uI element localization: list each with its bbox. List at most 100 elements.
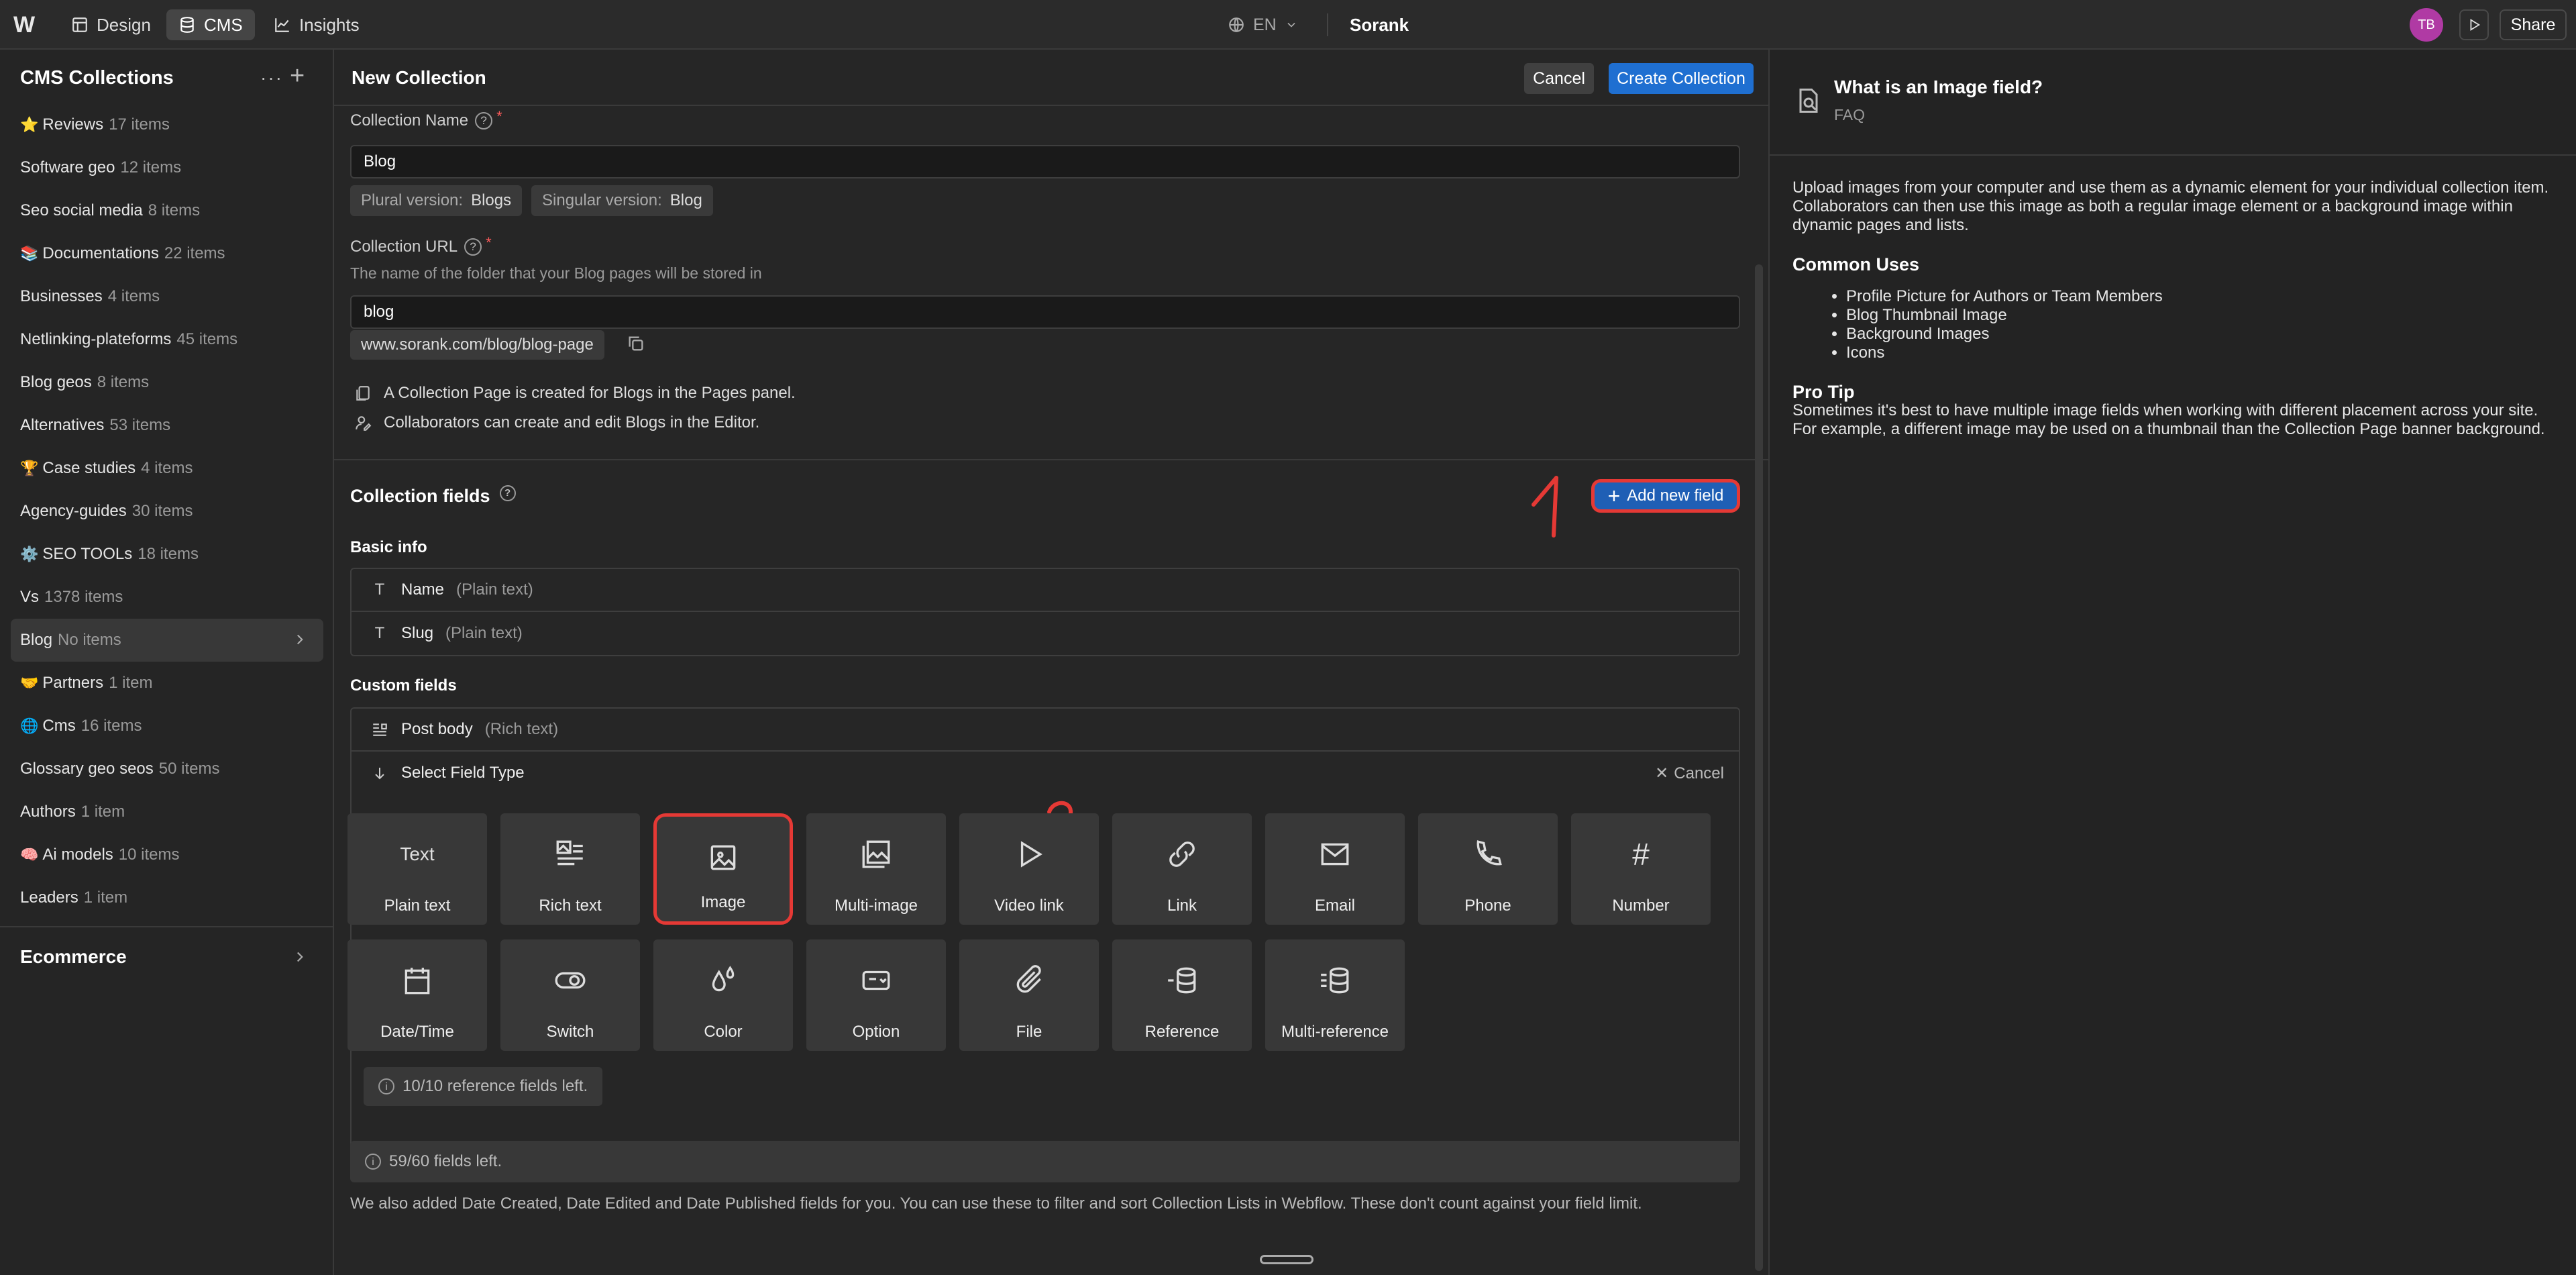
- field-row-slug[interactable]: T Slug (Plain text): [352, 612, 1739, 655]
- sidebar-item-documentations[interactable]: 📚 Documentations 22 items: [11, 232, 323, 275]
- sidebar-item-reviews[interactable]: ⭐ Reviews 17 items: [11, 103, 323, 146]
- add-collection-icon[interactable]: +: [290, 62, 305, 91]
- collection-name: Glossary geo seos: [20, 760, 154, 778]
- sidebar-item-vs[interactable]: Vs 1378 items: [11, 576, 323, 619]
- field-type-file[interactable]: File: [959, 939, 1099, 1051]
- field-type-label: Color: [704, 1023, 743, 1041]
- field-type-email[interactable]: Email: [1265, 813, 1405, 925]
- add-new-field-button[interactable]: + Add new field: [1591, 479, 1740, 513]
- field-type-reference[interactable]: Reference: [1112, 939, 1252, 1051]
- cms-sidebar: CMS Collections ··· + ⭐ Reviews 17 items So…: [0, 50, 334, 1275]
- field-type-link[interactable]: Link: [1112, 813, 1252, 925]
- collection-count: 17 items: [109, 115, 170, 134]
- sidebar-item-netlinking-plateforms[interactable]: Netlinking-plateforms 45 items: [11, 318, 323, 361]
- collection-count: 1 item: [83, 888, 128, 907]
- sidebar-item-leaders[interactable]: Leaders 1 item: [11, 876, 323, 919]
- field-row-name[interactable]: T Name (Plain text): [352, 569, 1739, 612]
- language-selector[interactable]: EN: [1228, 9, 1298, 40]
- fields-left-banner: i 59/60 fields left.: [350, 1141, 1740, 1182]
- sidebar-item-software-geo[interactable]: Software geo 12 items: [11, 146, 323, 189]
- collection-name-input[interactable]: Blog: [350, 145, 1740, 178]
- sidebar-item-seo-tools[interactable]: ⚙️ SEO TOOLs 18 items: [11, 533, 323, 576]
- collection-name: Blog geos: [20, 373, 92, 391]
- reference-icon: [1164, 962, 1200, 999]
- collection-name-label-row: Collection Name ? *: [350, 108, 502, 130]
- tab-insights-label: Insights: [299, 14, 360, 35]
- sidebar-item-seo-social-media[interactable]: Seo social media 8 items: [11, 189, 323, 232]
- tab-design-label: Design: [97, 14, 151, 35]
- help-icon[interactable]: ?: [475, 112, 493, 130]
- collection-name: SEO TOOLs: [42, 545, 133, 563]
- field-type-image[interactable]: Image: [653, 813, 793, 925]
- scrollbar[interactable]: [1755, 264, 1763, 1271]
- collection-count: 4 items: [141, 459, 193, 477]
- help-panel: What is an Image field? FAQ Upload image…: [1768, 50, 2576, 1275]
- webflow-logo[interactable]: W: [13, 13, 42, 36]
- field-type-multi-image[interactable]: Multi-image: [806, 813, 946, 925]
- field-type-plain-text[interactable]: Text Plain text: [347, 813, 487, 925]
- field-type-option[interactable]: Option: [806, 939, 946, 1051]
- field-type-number[interactable]: # Number: [1571, 813, 1711, 925]
- collection-emoji: ⭐: [20, 116, 39, 133]
- create-collection-button[interactable]: Create Collection: [1609, 63, 1754, 94]
- collection-name: Businesses: [20, 287, 103, 305]
- collection-count: 30 items: [131, 502, 193, 520]
- reference-fields-left: i 10/10 reference fields left.: [364, 1067, 603, 1106]
- hash-icon: #: [1632, 837, 1650, 872]
- collection-name: Ai models: [42, 846, 113, 864]
- tab-design[interactable]: Design: [59, 9, 163, 40]
- more-options-icon[interactable]: ···: [260, 67, 283, 89]
- multi-image-icon: [858, 836, 894, 872]
- collection-emoji: 🤝: [20, 674, 39, 691]
- field-row-post-body[interactable]: Post body (Rich text): [352, 709, 1739, 752]
- field-type: (Plain text): [456, 580, 533, 599]
- help-icon[interactable]: ?: [464, 238, 482, 256]
- collection-url-input[interactable]: blog: [350, 295, 1740, 329]
- collection-name: Cms: [42, 717, 76, 735]
- sidebar-item-cms[interactable]: 🌐 Cms 16 items: [11, 705, 323, 748]
- sidebar-item-alternatives[interactable]: Alternatives 53 items: [11, 404, 323, 447]
- share-button[interactable]: Share: [2500, 9, 2567, 40]
- tab-cms[interactable]: CMS: [166, 9, 255, 40]
- collection-name: Netlinking-plateforms: [20, 330, 172, 348]
- field-type-multi-reference[interactable]: Multi-reference: [1265, 939, 1405, 1051]
- preview-button[interactable]: [2459, 9, 2489, 40]
- tab-insights[interactable]: Insights: [262, 9, 372, 40]
- site-name[interactable]: Sorank: [1350, 9, 1409, 40]
- sidebar-item-case-studies[interactable]: 🏆 Case studies 4 items: [11, 447, 323, 490]
- cancel-button[interactable]: Cancel: [1524, 63, 1594, 94]
- ecommerce-section[interactable]: Ecommerce: [20, 946, 309, 968]
- sidebar-item-blog[interactable]: Blog No items: [11, 619, 323, 662]
- field-type-date-time[interactable]: Date/Time: [347, 939, 487, 1051]
- sidebar-item-businesses[interactable]: Businesses 4 items: [11, 275, 323, 318]
- help-icon[interactable]: ?: [499, 484, 516, 501]
- field-type-rich-text[interactable]: Rich text: [500, 813, 640, 925]
- avatar[interactable]: TB: [2410, 8, 2443, 42]
- singular-version-chip[interactable]: Singular version: Blog: [531, 185, 713, 216]
- sidebar-item-authors[interactable]: Authors 1 item: [11, 790, 323, 833]
- collection-name: Seo social media: [20, 201, 143, 219]
- ecommerce-label: Ecommerce: [20, 946, 127, 967]
- select-cancel-button[interactable]: ✕ Cancel: [1655, 764, 1724, 783]
- chevron-right-icon: [297, 634, 303, 645]
- resize-handle[interactable]: [1260, 1255, 1313, 1264]
- info-editor: Collaborators can create and edit Blogs …: [354, 413, 759, 432]
- sidebar-item-partners[interactable]: 🤝 Partners 1 item: [11, 662, 323, 705]
- panel-header: New Collection Cancel Create Collection: [334, 50, 1768, 106]
- field-type-video-link[interactable]: Video link: [959, 813, 1099, 925]
- sidebar-item-blog-geos[interactable]: Blog geos 8 items: [11, 361, 323, 404]
- field-type-phone[interactable]: Phone: [1418, 813, 1558, 925]
- field-type-switch[interactable]: Switch: [500, 939, 640, 1051]
- sidebar-item-glossary-geo-seos[interactable]: Glossary geo seos 50 items: [11, 748, 323, 790]
- image-icon: [705, 839, 741, 876]
- text-type-icon: T: [374, 580, 385, 599]
- select-field-type-row: Select Field Type ✕ Cancel: [352, 752, 1739, 795]
- field-type-color[interactable]: Color: [653, 939, 793, 1051]
- sidebar-item-agency-guides[interactable]: Agency-guides 30 items: [11, 490, 323, 533]
- plural-version-chip[interactable]: Plural version: Blogs: [350, 185, 523, 216]
- info-collection-page-text: A Collection Page is created for Blogs i…: [384, 384, 796, 402]
- copy-icon[interactable]: [627, 334, 645, 353]
- switch-icon: [552, 962, 588, 999]
- collection-name: Blog: [20, 631, 53, 649]
- sidebar-item-ai-models[interactable]: 🧠 Ai models 10 items: [11, 833, 323, 876]
